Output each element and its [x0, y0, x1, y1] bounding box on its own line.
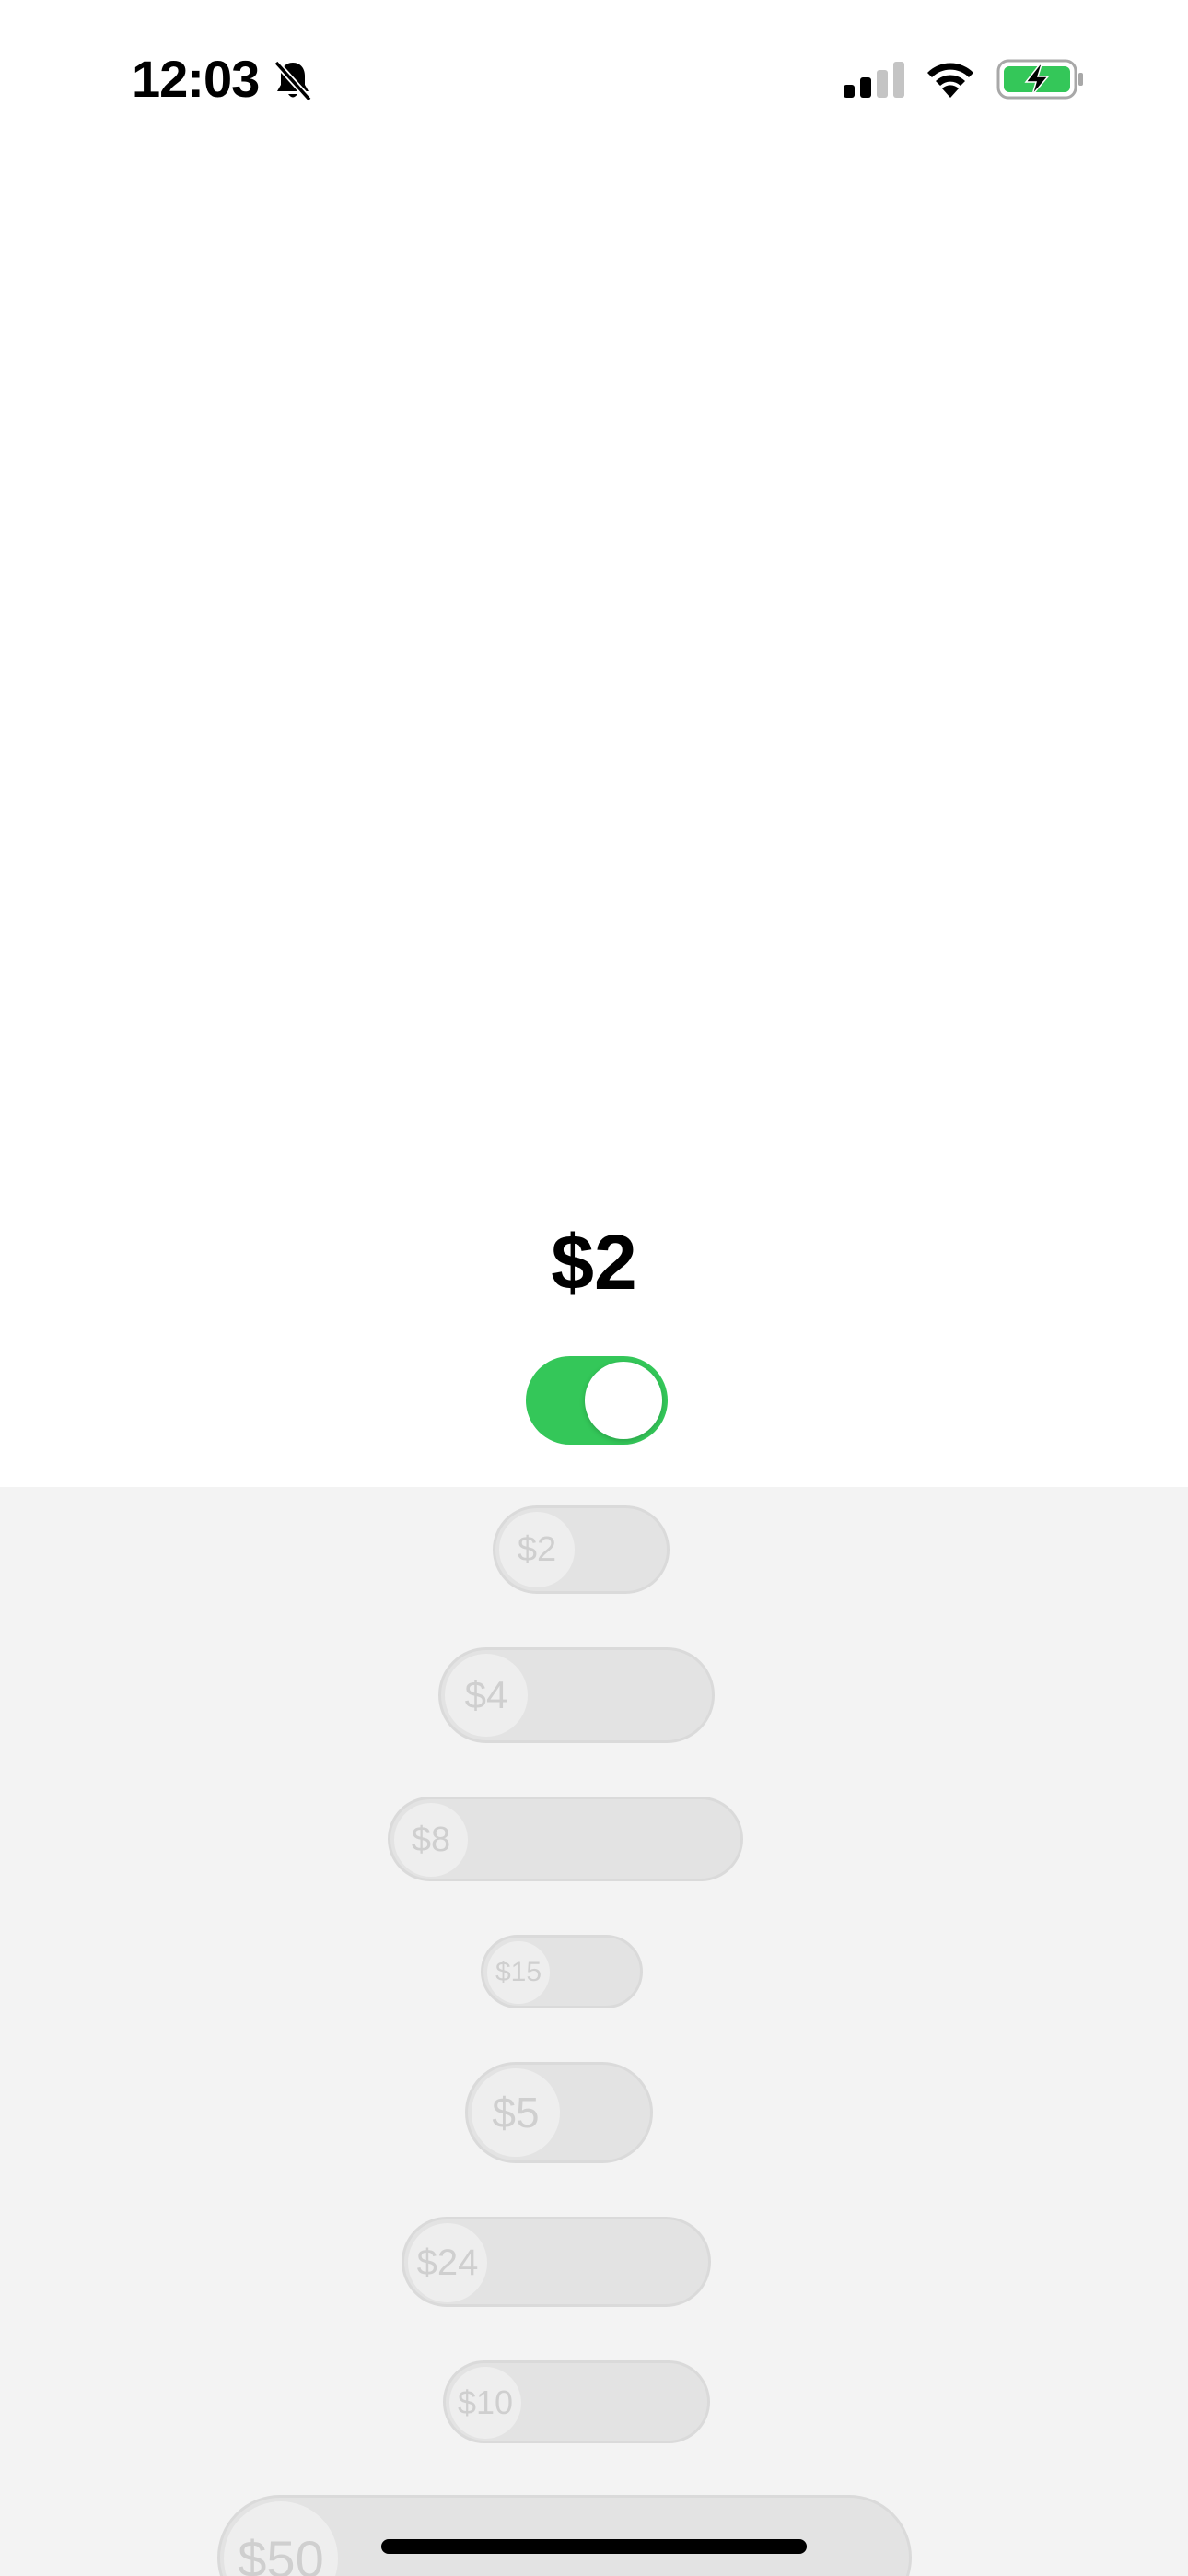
amount-option-label: $4 — [464, 1673, 508, 1716]
amount-option-8[interactable]: $8 — [388, 1797, 743, 1881]
amount-option-label: $8 — [411, 1820, 451, 1859]
amount-option-4[interactable]: $4 — [438, 1647, 715, 1743]
amount-option-label: $10 — [457, 2383, 514, 2421]
amount-option-knob: $50 — [224, 2501, 338, 2576]
amount-option-knob: $10 — [449, 2367, 521, 2439]
amount-option-2[interactable]: $2 — [493, 1505, 670, 1594]
status-bar: 12:03 — [0, 0, 1188, 157]
amount-option-label: $5 — [492, 2089, 540, 2137]
amount-toggle-switch[interactable] — [526, 1356, 668, 1445]
wifi-icon — [927, 63, 973, 98]
amount-option-15[interactable]: $15 — [481, 1935, 643, 2008]
selected-amount: $2 — [551, 1219, 637, 1306]
amount-option-knob: $2 — [499, 1512, 575, 1587]
status-time: 12:03 — [132, 50, 260, 108]
amount-option-10[interactable]: $10 — [443, 2360, 710, 2443]
bell-slash-icon — [274, 60, 312, 102]
amount-option-label: $50 — [238, 2529, 324, 2576]
amount-options-list: $2 $4 $8 $15 $5 $24 $10 $50 — [0, 1487, 1188, 2576]
amount-option-50[interactable]: $50 — [217, 2495, 912, 2576]
amount-option-knob: $8 — [394, 1803, 468, 1877]
amount-option-knob: $15 — [487, 1941, 550, 2004]
home-indicator[interactable] — [381, 2539, 807, 2554]
amount-option-knob: $4 — [445, 1654, 528, 1737]
amount-option-label: $2 — [517, 1529, 557, 1569]
amount-option-knob: $24 — [408, 2223, 487, 2302]
amount-option-label: $15 — [495, 1957, 542, 1987]
amount-option-24[interactable]: $24 — [402, 2217, 711, 2307]
battery-charging-icon — [996, 59, 1083, 100]
amount-option-knob: $5 — [472, 2068, 560, 2157]
amount-option-5[interactable]: $5 — [465, 2062, 653, 2163]
cellular-signal-icon — [844, 62, 904, 98]
toggle-knob — [585, 1362, 662, 1439]
amount-option-label: $24 — [416, 2242, 479, 2283]
